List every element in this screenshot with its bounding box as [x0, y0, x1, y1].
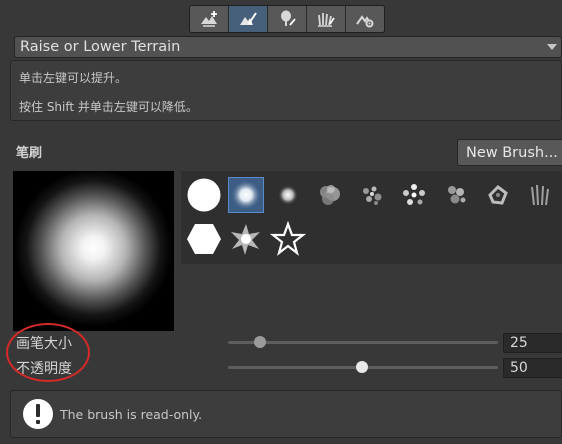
create-terrain-icon: [201, 11, 217, 27]
terrain-settings-button[interactable]: [346, 6, 384, 32]
help-text-raise: 单击左键可以提升。: [19, 71, 128, 85]
help-box: 单击左键可以提升。 按住 Shift 并单击左键可以降低。: [10, 60, 562, 121]
terrain-settings-icon: [356, 15, 374, 28]
brush-hexagon[interactable]: [186, 221, 222, 257]
opacity-field[interactable]: 50: [503, 358, 562, 378]
brush-splatter[interactable]: [396, 177, 432, 213]
brush-size-slider-track[interactable]: [228, 341, 498, 344]
brush-web[interactable]: [480, 177, 516, 213]
brush-rock[interactable]: [438, 177, 474, 213]
paint-trees-icon: [281, 10, 296, 26]
chevron-down-icon: [547, 44, 557, 50]
brush-size-field[interactable]: 25: [503, 333, 562, 353]
brush-preview: [13, 171, 174, 331]
brush-hard-circle[interactable]: [186, 177, 222, 213]
paint-terrain-button[interactable]: [229, 6, 268, 32]
highlight-annotation: [6, 323, 90, 382]
read-only-message: The brush is read-only.: [60, 407, 203, 422]
create-terrain-button[interactable]: [190, 6, 229, 32]
paint-terrain-icon: [240, 12, 257, 25]
new-brush-button[interactable]: New Brush...: [457, 139, 562, 166]
brushes-label: 笔刷: [16, 146, 43, 161]
brush-soft-circle[interactable]: [228, 177, 264, 213]
opacity-slider-thumb[interactable]: [356, 361, 368, 373]
terrain-tool-dropdown[interactable]: Raise or Lower Terrain: [14, 36, 562, 58]
dropdown-selected-value: Raise or Lower Terrain: [20, 39, 181, 55]
paint-trees-button[interactable]: [268, 6, 307, 32]
brush-small-soft[interactable]: [270, 177, 306, 213]
paint-details-icon: [318, 13, 335, 27]
paint-details-button[interactable]: [307, 6, 346, 32]
brush-soft-star[interactable]: [228, 221, 264, 257]
terrain-toolbar: [189, 5, 385, 33]
exclamation-icon: [23, 399, 53, 429]
brush-size-slider-thumb[interactable]: [254, 336, 266, 348]
help-text-lower: 按住 Shift 并单击左键可以降低。: [19, 100, 198, 114]
brush-grid: [181, 171, 562, 264]
brush-cloud[interactable]: [312, 177, 348, 213]
brush-star-outline[interactable]: [269, 220, 307, 257]
brush-grass[interactable]: [522, 177, 558, 213]
brush-noise[interactable]: [354, 177, 390, 213]
